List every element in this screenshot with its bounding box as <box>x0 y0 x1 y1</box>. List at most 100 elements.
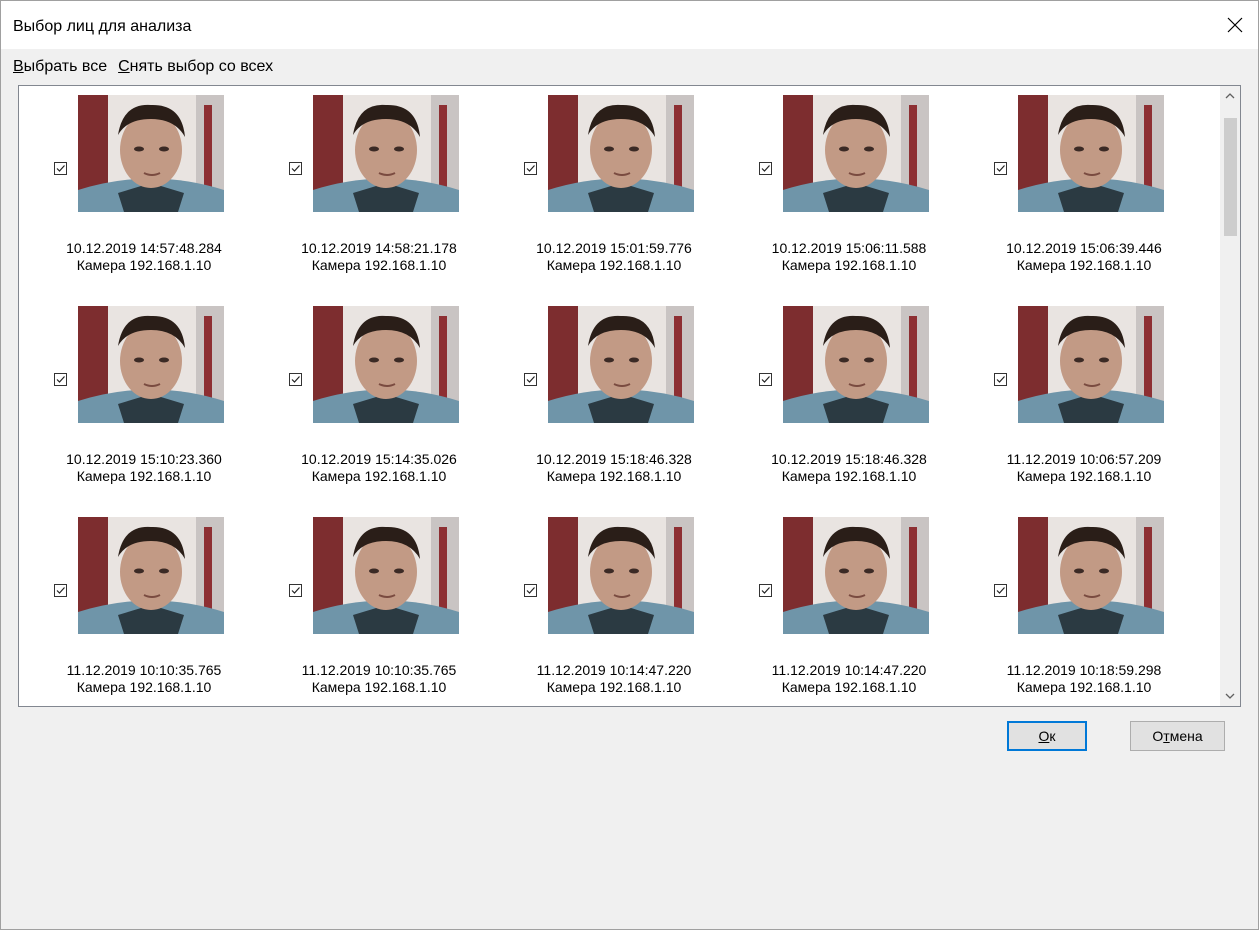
face-item[interactable]: 10.12.2019 15:06:39.446 Камера 192.168.1… <box>959 94 1194 305</box>
face-item[interactable]: 10.12.2019 15:01:59.776 Камера 192.168.1… <box>489 94 724 305</box>
face-camera: Камера 192.168.1.10 <box>781 468 917 484</box>
face-camera: Камера 192.168.1.10 <box>546 468 682 484</box>
checkmark-icon <box>526 165 535 172</box>
face-item[interactable]: 10.12.2019 15:18:46.328 Камера 192.168.1… <box>489 305 724 516</box>
face-checkbox[interactable] <box>994 162 1007 175</box>
deselect-all-mnemonic: С <box>118 58 130 75</box>
cancel-button[interactable]: От мена <box>1130 721 1225 751</box>
faces-grid: 10.12.2019 14:57:48.284 Камера 192.168.1… <box>19 94 1194 706</box>
face-thumbnail <box>783 95 929 212</box>
face-thumbnail <box>313 95 459 212</box>
face-thumbnail <box>78 306 224 423</box>
face-item[interactable]: 10.12.2019 14:57:48.284 Камера 192.168.1… <box>19 94 254 305</box>
close-icon <box>1227 17 1243 33</box>
chevron-up-icon <box>1225 93 1235 99</box>
face-camera: Камера 192.168.1.10 <box>76 679 212 695</box>
face-thumbnail <box>78 517 224 634</box>
face-timestamp: 10.12.2019 14:58:21.178 <box>301 240 457 256</box>
face-checkbox[interactable] <box>54 162 67 175</box>
face-item[interactable]: 11.12.2019 10:10:35.765 Камера 192.168.1… <box>254 516 489 706</box>
face-timestamp: 10.12.2019 15:06:39.446 <box>1006 240 1162 256</box>
select-all-link[interactable]: Выбрать все <box>13 58 107 76</box>
face-thumbnail <box>783 306 929 423</box>
face-checkbox[interactable] <box>524 162 537 175</box>
face-item[interactable]: 11.12.2019 10:10:35.765 Камера 192.168.1… <box>19 516 254 706</box>
face-item[interactable]: 11.12.2019 10:18:59.298 Камера 192.168.1… <box>959 516 1194 706</box>
face-thumbnail <box>548 306 694 423</box>
face-checkbox[interactable] <box>54 373 67 386</box>
face-camera: Камера 192.168.1.10 <box>781 257 917 273</box>
face-timestamp: 10.12.2019 15:10:23.360 <box>66 451 222 467</box>
deselect-all-link[interactable]: Снять выбор со всех <box>118 58 273 76</box>
face-timestamp: 11.12.2019 10:14:47.220 <box>536 662 692 678</box>
vertical-scrollbar[interactable] <box>1220 86 1240 706</box>
dialog-window: Выбор лиц для анализа Выбрать все Снять … <box>0 0 1259 930</box>
face-camera: Камера 192.168.1.10 <box>76 257 212 273</box>
face-checkbox[interactable] <box>994 373 1007 386</box>
face-thumbnail <box>78 95 224 212</box>
face-thumbnail <box>313 306 459 423</box>
checkmark-icon <box>761 587 770 594</box>
face-checkbox[interactable] <box>524 373 537 386</box>
face-timestamp: 11.12.2019 10:18:59.298 <box>1006 662 1162 678</box>
checkmark-icon <box>996 165 1005 172</box>
face-thumbnail <box>783 517 929 634</box>
face-checkbox[interactable] <box>289 162 302 175</box>
scroll-up-button[interactable] <box>1220 86 1240 106</box>
face-thumbnail <box>548 517 694 634</box>
face-timestamp: 10.12.2019 15:18:46.328 <box>536 451 692 467</box>
face-thumbnail <box>313 517 459 634</box>
cancel-label-start: О <box>1152 728 1164 744</box>
face-item[interactable]: 10.12.2019 15:10:23.360 Камера 192.168.1… <box>19 305 254 516</box>
face-checkbox[interactable] <box>994 584 1007 597</box>
chevron-down-icon <box>1225 693 1235 699</box>
face-item[interactable]: 10.12.2019 15:18:46.328 Камера 192.168.1… <box>724 305 959 516</box>
close-button[interactable] <box>1212 1 1258 49</box>
face-timestamp: 10.12.2019 15:14:35.026 <box>301 451 457 467</box>
face-checkbox[interactable] <box>524 584 537 597</box>
checkmark-icon <box>996 587 1005 594</box>
face-item[interactable]: 11.12.2019 10:14:47.220 Камера 192.168.1… <box>489 516 724 706</box>
face-checkbox[interactable] <box>759 373 772 386</box>
face-checkbox[interactable] <box>54 584 67 597</box>
scroll-down-button[interactable] <box>1220 686 1240 706</box>
face-checkbox[interactable] <box>759 162 772 175</box>
face-item[interactable]: 10.12.2019 14:58:21.178 Камера 192.168.1… <box>254 94 489 305</box>
select-all-mnemonic: В <box>13 58 24 75</box>
select-all-label: ыбрать все <box>23 58 108 75</box>
face-thumbnail <box>548 95 694 212</box>
face-checkbox[interactable] <box>289 584 302 597</box>
face-timestamp: 11.12.2019 10:10:35.765 <box>301 662 457 678</box>
face-camera: Камера 192.168.1.10 <box>781 679 917 695</box>
window-title: Выбор лиц для анализа <box>13 18 192 35</box>
toolbar: Выбрать все Снять выбор со всех <box>13 58 273 76</box>
face-camera: Камера 192.168.1.10 <box>546 257 682 273</box>
face-camera: Камера 192.168.1.10 <box>311 257 447 273</box>
face-checkbox[interactable] <box>289 373 302 386</box>
face-item[interactable]: 11.12.2019 10:14:47.220 Камера 192.168.1… <box>724 516 959 706</box>
face-timestamp: 11.12.2019 10:10:35.765 <box>66 662 222 678</box>
face-camera: Камера 192.168.1.10 <box>1016 679 1152 695</box>
cancel-label-end: мена <box>1169 728 1203 744</box>
checkmark-icon <box>526 376 535 383</box>
ok-button[interactable]: Ок <box>1007 721 1087 751</box>
face-camera: Камера 192.168.1.10 <box>1016 468 1152 484</box>
checkmark-icon <box>56 587 65 594</box>
face-item[interactable]: 10.12.2019 15:06:11.588 Камера 192.168.1… <box>724 94 959 305</box>
face-timestamp: 10.12.2019 14:57:48.284 <box>66 240 222 256</box>
face-thumbnail <box>1018 306 1164 423</box>
face-thumbnail <box>1018 517 1164 634</box>
ok-mnemonic: О <box>1038 728 1050 744</box>
scrollbar-thumb[interactable] <box>1224 118 1237 236</box>
face-item[interactable]: 11.12.2019 10:06:57.209 Камера 192.168.1… <box>959 305 1194 516</box>
checkmark-icon <box>291 165 300 172</box>
faces-list-panel[interactable]: 10.12.2019 14:57:48.284 Камера 192.168.1… <box>18 85 1241 707</box>
face-checkbox[interactable] <box>759 584 772 597</box>
face-item[interactable]: 10.12.2019 15:14:35.026 Камера 192.168.1… <box>254 305 489 516</box>
checkmark-icon <box>761 376 770 383</box>
checkmark-icon <box>291 587 300 594</box>
ok-label: к <box>1049 728 1056 744</box>
face-timestamp: 11.12.2019 10:06:57.209 <box>1006 451 1162 467</box>
checkmark-icon <box>291 376 300 383</box>
checkmark-icon <box>56 376 65 383</box>
